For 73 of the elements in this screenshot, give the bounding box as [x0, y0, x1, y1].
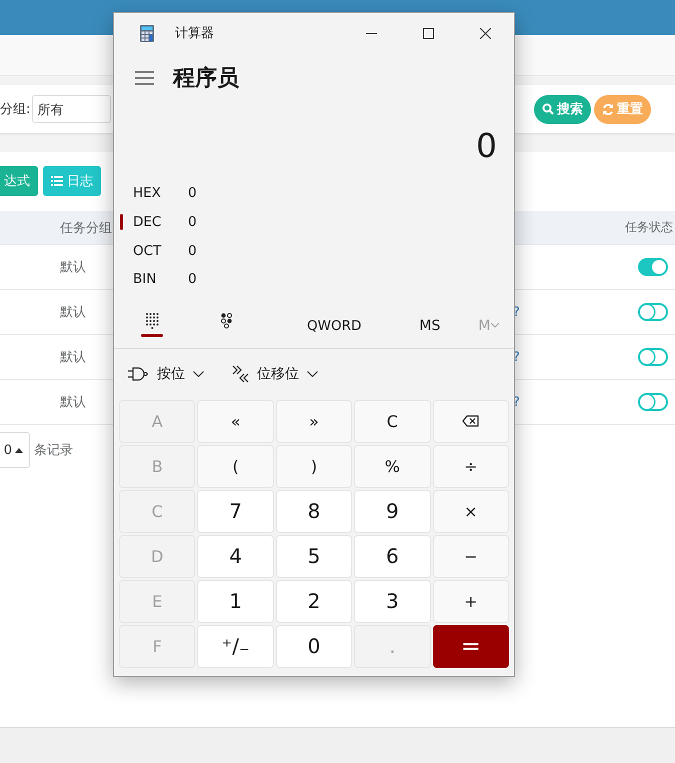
window-title: 计算器	[175, 25, 215, 42]
group-select[interactable]: 所有	[32, 95, 112, 123]
chevron-down-icon	[193, 370, 204, 377]
backspace-button[interactable]	[432, 400, 509, 443]
menu-button[interactable]	[135, 71, 154, 85]
radix-value: 0	[188, 185, 197, 202]
radix-row[interactable]: HEX 0	[120, 179, 240, 208]
bitwise-menu[interactable]: 按位	[128, 364, 204, 383]
calculator-key[interactable]: «	[197, 400, 274, 443]
radix-label: OCT	[133, 242, 162, 259]
logic-gate-icon	[128, 366, 149, 382]
result-display: 0	[476, 126, 497, 164]
list-icon	[51, 175, 63, 187]
calculator-key[interactable]: 8	[276, 490, 352, 533]
radix-label: BIN	[133, 271, 158, 288]
caret-icon	[15, 447, 23, 453]
table-cell: 默认	[60, 395, 86, 410]
shift-arrows-icon	[232, 364, 249, 383]
calculator-key[interactable]: ×	[432, 490, 509, 533]
calculator-app-icon	[139, 24, 155, 42]
column-header: 任务分组	[60, 220, 112, 236]
chevron-down-icon	[491, 323, 500, 328]
table-cell: 默认	[60, 305, 86, 320]
calculator-key[interactable]: )	[276, 444, 352, 488]
status-toggle[interactable]	[638, 303, 668, 321]
calculator-key[interactable]: 4	[197, 534, 274, 578]
page-size-select[interactable]: 0	[0, 432, 30, 468]
search-icon	[542, 103, 554, 115]
records-label: 条记录	[34, 442, 73, 459]
chevron-down-icon	[307, 370, 318, 377]
calculator-key[interactable]: 9	[354, 490, 431, 533]
calculator-key[interactable]: %	[354, 444, 431, 488]
mode-title: 程序员	[173, 64, 239, 93]
calculator-key[interactable]: 0	[276, 624, 352, 668]
calculator-key[interactable]: (	[197, 444, 274, 488]
backspace-icon	[462, 415, 480, 428]
table-cell: 默认	[60, 260, 86, 275]
table-cell: 默认	[60, 350, 86, 365]
memory-button[interactable]: MS	[417, 316, 442, 336]
calculator-key[interactable]: 7	[197, 490, 274, 533]
calculator-key[interactable]: ⁺/₋	[197, 624, 274, 668]
calculator-key[interactable]: −	[432, 534, 509, 578]
radix-label: HEX	[133, 185, 162, 202]
word-size-button[interactable]: QWORD	[301, 316, 368, 335]
status-toggle[interactable]	[638, 393, 668, 411]
radix-value: 0	[188, 271, 197, 288]
close-icon	[480, 28, 491, 38]
refresh-icon	[602, 103, 614, 115]
bit-toggle-icon	[220, 312, 232, 329]
radix-label: DEC	[133, 214, 162, 230]
status-toggle[interactable]	[638, 258, 668, 276]
radix-row[interactable]: DEC 0	[120, 208, 240, 236]
maximize-icon	[423, 28, 434, 38]
calculator-key[interactable]: 5	[276, 534, 352, 578]
calculator-key[interactable]: »	[276, 400, 352, 443]
shift-menu[interactable]: 位移位	[232, 364, 318, 383]
radix-value: 0	[188, 242, 197, 259]
radix-row[interactable]: BIN 0	[120, 265, 240, 294]
radix-value: 0	[188, 214, 197, 230]
radix-row[interactable]: OCT 0	[120, 236, 240, 266]
calculator-key[interactable]: 2	[276, 580, 352, 623]
status-toggle[interactable]	[638, 348, 668, 366]
calculator-key[interactable]: +	[432, 580, 509, 623]
calculator-key[interactable]: C	[354, 400, 431, 443]
filter-label: 分组:	[0, 101, 30, 118]
calculator-key[interactable]: 3	[354, 580, 431, 623]
calculator-key[interactable]: =	[432, 624, 509, 668]
menu-icon	[135, 71, 154, 85]
calculator-key[interactable]: 1	[197, 580, 274, 623]
keypad-icon	[146, 312, 158, 329]
column-header: 任务状态	[625, 219, 673, 236]
calculator-key[interactable]: ÷	[432, 444, 509, 488]
calculator-key[interactable]: 6	[354, 534, 431, 578]
